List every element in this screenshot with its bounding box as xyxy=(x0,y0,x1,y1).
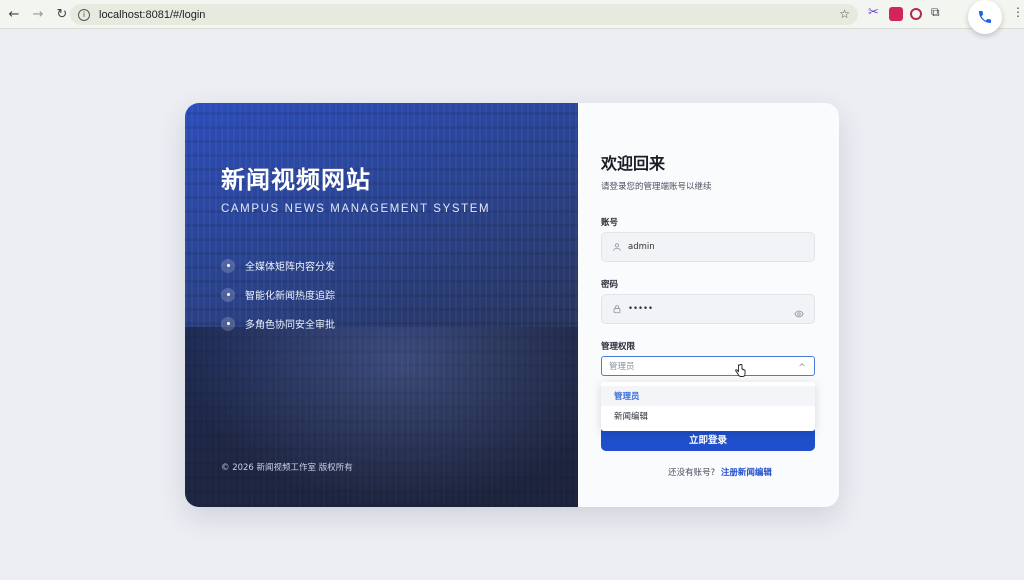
feature-item: 全媒体矩阵内容分发 xyxy=(221,251,335,280)
account-value[interactable]: admin xyxy=(628,242,655,252)
back-arrow-icon[interactable]: ← xyxy=(4,4,24,24)
role-option-editor[interactable]: 新闻编辑 xyxy=(601,406,815,426)
feature-text: 全媒体矩阵内容分发 xyxy=(245,262,335,273)
reload-icon[interactable]: ↻ xyxy=(52,4,72,24)
role-label: 管理权限 xyxy=(601,342,636,352)
site-info-icon[interactable]: i xyxy=(78,8,90,21)
feature-item: 智能化新闻热度追踪 xyxy=(221,280,335,309)
password-input[interactable]: ••••• xyxy=(601,294,815,324)
brand-subtitle: CAMPUS NEWS MANAGEMENT SYSTEM xyxy=(221,203,491,215)
register-line: 还没有账号? 注册新闻编辑 xyxy=(578,466,839,478)
dot-icon xyxy=(221,316,235,331)
page-subtitle: 请登录您的管理端账号以继续 xyxy=(601,182,712,192)
feature-item: 多角色协同安全审批 xyxy=(221,309,335,338)
password-label: 密码 xyxy=(601,280,619,290)
hand-cursor-icon xyxy=(734,363,746,382)
forward-arrow-icon[interactable]: → xyxy=(28,4,48,24)
role-select[interactable]: 管理员 xyxy=(601,356,815,376)
role-placeholder: 管理员 xyxy=(609,362,635,372)
login-card: 新闻视频网站 CAMPUS NEWS MANAGEMENT SYSTEM 全媒体… xyxy=(185,103,839,507)
phone-icon[interactable] xyxy=(968,0,1002,34)
browser-toolbar: ← → ↻ i localhost:8081/#/login ☆ ✂ ⧉ ⋮ xyxy=(0,0,1024,29)
feature-text: 多角色协同安全审批 xyxy=(245,320,335,331)
register-prompt: 还没有账号? xyxy=(668,468,716,478)
puzzle-extension-icon[interactable]: ⧉ xyxy=(931,5,940,19)
eye-icon[interactable] xyxy=(794,304,804,323)
star-icon[interactable]: ☆ xyxy=(839,7,850,21)
role-option-admin[interactable]: 管理员 xyxy=(601,386,815,406)
user-icon xyxy=(612,242,622,252)
brand-title: 新闻视频网站 xyxy=(221,166,371,194)
feature-list: 全媒体矩阵内容分发 智能化新闻热度追踪 多角色协同安全审批 xyxy=(221,251,335,338)
copyright-text: © 2026 新闻视频工作室 版权所有 xyxy=(221,463,353,473)
browser-menu-icon[interactable]: ⋮ xyxy=(1012,5,1024,19)
feature-text: 智能化新闻热度追踪 xyxy=(245,291,335,302)
chevron-up-icon xyxy=(798,361,806,371)
download-extension-icon[interactable] xyxy=(889,7,903,21)
login-form-panel: 欢迎回来 请登录您的管理端账号以继续 账号 admin 密码 ••••• 管理权… xyxy=(578,103,839,507)
dot-icon xyxy=(221,287,235,302)
brand-panel: 新闻视频网站 CAMPUS NEWS MANAGEMENT SYSTEM 全媒体… xyxy=(185,103,578,507)
account-label: 账号 xyxy=(601,218,619,228)
account-input[interactable]: admin xyxy=(601,232,815,262)
register-link[interactable]: 注册新闻编辑 xyxy=(721,468,772,478)
library-floor xyxy=(185,327,578,507)
address-bar[interactable]: i localhost:8081/#/login ☆ xyxy=(70,4,858,25)
record-extension-icon[interactable] xyxy=(910,8,922,20)
dot-icon xyxy=(221,258,235,273)
password-value[interactable]: ••••• xyxy=(628,304,653,314)
page-title: 欢迎回来 xyxy=(601,154,666,173)
scissors-extension-icon[interactable]: ✂ xyxy=(868,5,879,20)
role-dropdown: 管理员 新闻编辑 xyxy=(601,382,815,431)
lock-icon xyxy=(612,304,622,314)
url-text[interactable]: localhost:8081/#/login xyxy=(99,9,205,21)
